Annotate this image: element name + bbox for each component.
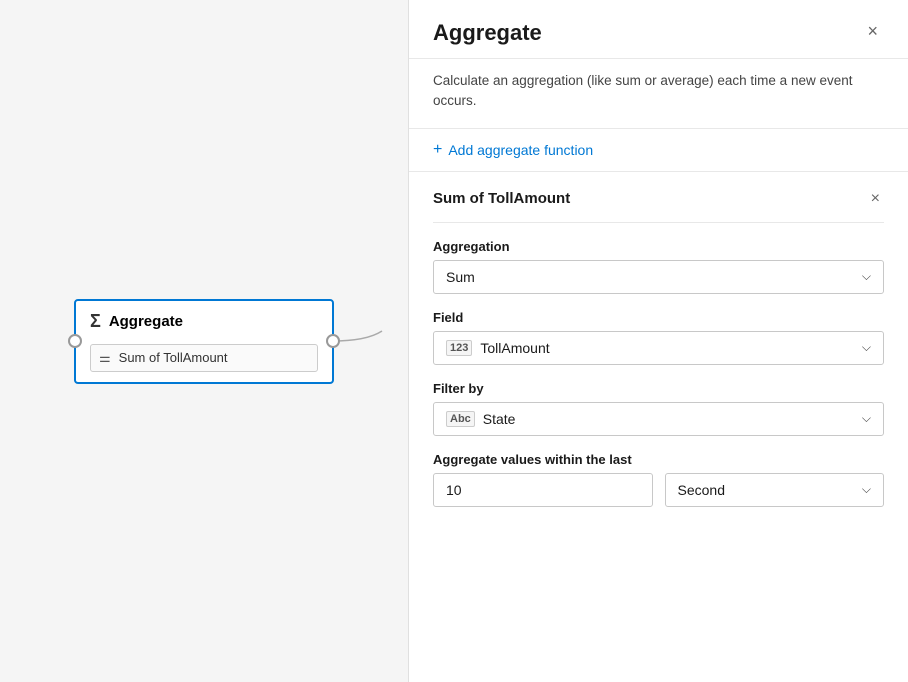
window-row: Second ⌵ [433,473,884,523]
input-connector [68,334,82,348]
window-unit-chevron-icon: ⌵ [862,482,871,497]
node-title-text: Aggregate [109,313,183,330]
filter-label: Filter by [433,381,884,396]
function-card-close-button[interactable]: × [867,188,884,210]
function-card: Sum of TollAmount × Aggregation Sum ⌵ Fi… [409,172,908,555]
aggregation-value: Sum [446,269,475,285]
canvas-area: Σ Aggregate ⚌ Sum of TollAmount [0,0,408,682]
plus-icon: + [433,141,442,159]
panel-close-button[interactable]: × [861,20,884,42]
function-card-title: Sum of TollAmount [433,190,570,207]
aggregation-label: Aggregation [433,239,884,254]
aggregation-dropdown[interactable]: Sum ⌵ [433,260,884,294]
sigma-icon: Σ [90,311,101,332]
filter-dropdown[interactable]: Abc State ⌵ [433,402,884,436]
field-chevron-icon: ⌵ [862,340,871,355]
panel-description: Calculate an aggregation (like sum or av… [409,59,908,129]
field-label: Field [433,310,884,325]
filter-value-container: Abc State [446,411,515,427]
window-value-input[interactable] [433,473,653,507]
field-value-text: TollAmount [480,340,549,356]
aggregation-field-group: Aggregation Sum ⌵ [433,239,884,294]
function-card-header: Sum of TollAmount × [433,188,884,223]
aggregation-chevron-icon: ⌵ [862,269,871,284]
filter-type-icon: Abc [446,411,475,427]
field-dropdown[interactable]: 123 TollAmount ⌵ [433,331,884,365]
panel-title: Aggregate [433,20,542,46]
filter-field-group: Filter by Abc State ⌵ [433,381,884,436]
node-title: Σ Aggregate [90,311,318,332]
window-field-group: Aggregate values within the last Second … [433,452,884,523]
window-label: Aggregate values within the last [433,452,884,467]
node-output-label: Sum of TollAmount [119,350,228,365]
output-connector [326,334,340,348]
aggregate-node: Σ Aggregate ⚌ Sum of TollAmount [74,299,334,384]
field-field-group: Field 123 TollAmount ⌵ [433,310,884,365]
table-icon: ⚌ [99,350,111,366]
add-aggregate-function-button[interactable]: + Add aggregate function [409,129,908,172]
node-output: ⚌ Sum of TollAmount [90,344,318,372]
connection-curve [332,321,402,361]
field-value-container: 123 TollAmount [446,340,550,356]
filter-chevron-icon: ⌵ [862,411,871,426]
window-value-group [433,473,653,507]
window-unit-dropdown[interactable]: Second ⌵ [665,473,885,507]
right-panel: Aggregate × Calculate an aggregation (li… [408,0,908,682]
filter-value-text: State [483,411,516,427]
field-type-icon: 123 [446,340,472,356]
window-unit-group: Second ⌵ [665,473,885,507]
panel-header: Aggregate × [409,0,908,59]
window-unit-value: Second [678,482,725,498]
add-function-label: Add aggregate function [448,142,593,158]
